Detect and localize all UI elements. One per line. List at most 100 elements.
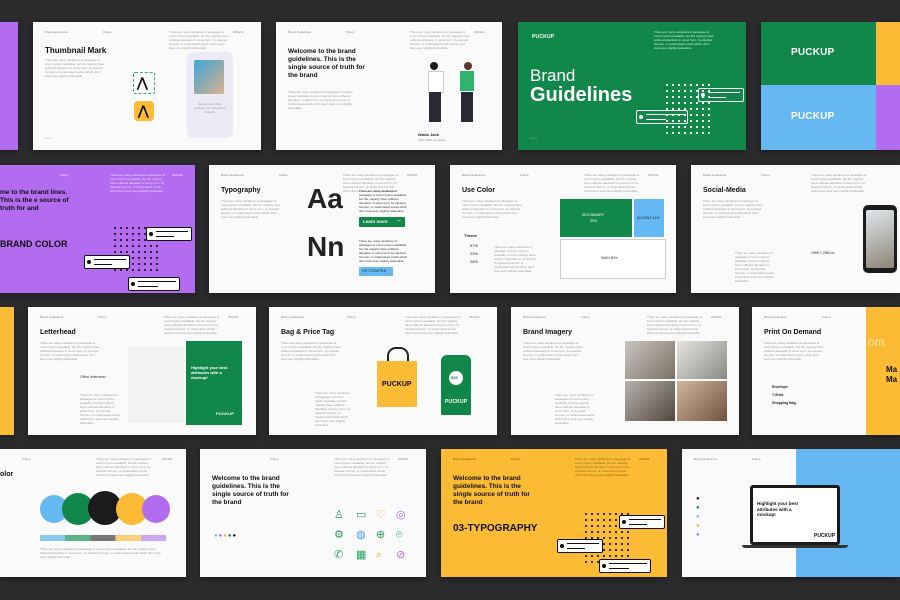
logo-green: PUCKUP [791,47,835,58]
header-brand: Brand Guidelines [288,30,312,34]
slide-letterhead[interactable]: Brand Guidelines Pukup 2024/11 There are… [28,307,256,435]
header-date: 2024/11 [711,315,722,319]
slide-social-media[interactable]: Brand Guidelines Pukup There are many va… [691,165,900,293]
body-text: There are many variations of passages of… [40,341,100,361]
slide-purple-edge-r1[interactable] [0,22,18,150]
learn-more-button[interactable]: Learn more → [359,217,405,227]
body-text-right: There are many variations of passages of… [164,315,220,335]
type-sample-aa: Aa [307,183,343,214]
header-pukup: Pukup [822,315,831,319]
user-icon: ♙ [334,509,344,521]
header-brand: Brand Guidelines [523,315,547,319]
page-dots: • • • • [45,136,52,140]
slide-print-on-demand[interactable]: Brand Guidelines Pukup Print On Demand T… [752,307,900,435]
header-pukup: Pukup [22,457,31,461]
heart-icon: ♡ [376,509,386,521]
main-label: MAIN 60% [601,256,618,260]
print-om-text: om [868,335,885,349]
header-pukup: Pukup [752,457,761,461]
chat-icon: ◎ [396,509,406,521]
header-pukup: Pukup [346,30,355,34]
header-pukup: Pukup [761,173,770,177]
alphabet-sample-2: There are many variations of passages of… [359,239,408,263]
slide-typography-section[interactable]: Brand Guidelines Pukup 2024/11 There are… [441,449,667,577]
letter-logo: PUCKUP [216,411,235,416]
slide-use-color[interactable]: Brand Guidelines Pukup 2024/11 There are… [450,165,676,293]
theme-label: Theme [464,233,477,238]
globe-icon: ◍ [356,529,366,541]
body-text-right: There are many variations of passages of… [110,173,166,193]
phone-photo [194,60,224,94]
header-date: 2024/11 [407,173,418,177]
phone-icon: ✆ [334,549,344,561]
header-brand: Brand Guidelines [281,315,305,319]
pill-element [619,515,665,529]
image-team [625,341,675,379]
header-date: 2024/11 [233,30,244,34]
slide-thumbnail-mark[interactable]: Brand Guidelines Pukup 2024/11 Thumbnail… [33,22,261,150]
slide-laptop-mockup[interactable]: Brand Guidelines Pukup ● ● ● ● ● Highlight y… [682,449,900,577]
body-text: There are many variations of passages of… [288,90,353,110]
body-text-right: There are many variations of passages of… [811,173,867,193]
body-text: There are many variations of passages of… [462,199,522,219]
header-brand: Brand Guidelines [40,315,64,319]
pill-element [636,110,688,124]
tile-purple [876,85,900,150]
header-pukup: Pukup [511,457,520,461]
cover-title-1: Brand [530,66,576,85]
slide-logo-tiles[interactable]: PUCKUP PUCKUP [761,22,900,150]
body-text-right: There are many variations of passages of… [334,457,390,477]
search-icon: ⌕ [376,549,383,561]
slide-brand-imagery[interactable]: Brand Guidelines Pukup 2024/11 There are… [511,307,739,435]
header-brand: Brand Guidelines [694,457,718,461]
office-label: Office letterhead [80,375,106,379]
body-text: There are many variations of passages of… [281,341,341,361]
learn-more-label: Learn more [363,219,388,224]
slide-cover[interactable]: PUCKUP There are many variations of pass… [518,22,746,150]
body-text: There are many variations of passages of… [703,199,763,219]
pin-icon: ⊘ [396,549,406,561]
body-text-right: There are many variations of passages of… [169,30,229,50]
laptop-icon: ▭ [356,509,367,521]
slide-welcome[interactable]: Brand Guidelines Pukup 2024/11 There are… [276,22,502,150]
slide-yellow-edge-r3[interactable] [0,307,14,435]
theme-pct-3: 28% [470,259,479,264]
body-text-right: There are many variations of passages of… [96,457,152,477]
slide-title: Welcome to the brand guidelines. This is… [288,48,365,79]
body-text: There are many variations of passages of… [221,199,281,219]
slide-title: Welcome to the brand guidelines. This is… [453,475,530,506]
print-row-3: Shopping Bag. [772,401,797,405]
header-brand: Brand Guidelines [453,457,477,461]
mockup-text: Highlight your best attributes with a mo… [191,365,228,380]
social-handle: 1999 + 20M on [811,251,835,255]
body-text-right: There are many variations of passages of… [584,173,640,193]
cover-text: There are many variations of passages of… [654,30,714,50]
header-date: 2024/11 [228,315,239,319]
chevron-up-icon: ⋀ [137,75,148,90]
tint-caption: There are many variations of passages of… [40,547,161,559]
slide-welcome-icons[interactable]: Pukup 2024/11 There are many variations … [200,449,426,577]
header-pukup: Pukup [60,173,69,177]
slide-brand-color[interactable]: Pukup 2024/11 There are many variations … [0,165,195,293]
get-started-button[interactable]: GET STARTED [359,267,393,276]
body-text: There are many variations of passages of… [45,58,105,78]
body-text: There are many variations of passages of… [523,341,583,361]
slide-color-palette[interactable]: Pukup 2024/11 There are many variations … [0,449,186,577]
image-office [625,381,675,421]
slide-title: Welcome to the brand guidelines. This is… [212,475,289,506]
theme-pct-2: 23% [470,251,479,256]
slide-bag-price-tag[interactable]: Brand Guidelines Pukup 2024/11 There are… [269,307,497,435]
slide-typography[interactable]: Brand Guidelines Pukup 2024/11 There are… [209,165,435,293]
person-role: CEO, ABC Company [418,138,446,142]
header-pukup: Pukup [347,315,356,319]
header-date: 2024/11 [172,173,183,177]
secondary-label: SECONDARY [582,213,605,217]
header-brand: Brand Guidelines [462,173,486,177]
page-dots: • • • • [530,136,537,140]
body-text-right: There are many variations of passages of… [575,457,631,477]
header-date: 2024/11 [648,173,659,177]
slide-title: Typography [221,187,261,194]
body-text-right: There are many variations of passages of… [410,30,470,50]
slide-title: Use Color [462,187,496,194]
print-row-2: T-Shirt. [772,393,785,397]
